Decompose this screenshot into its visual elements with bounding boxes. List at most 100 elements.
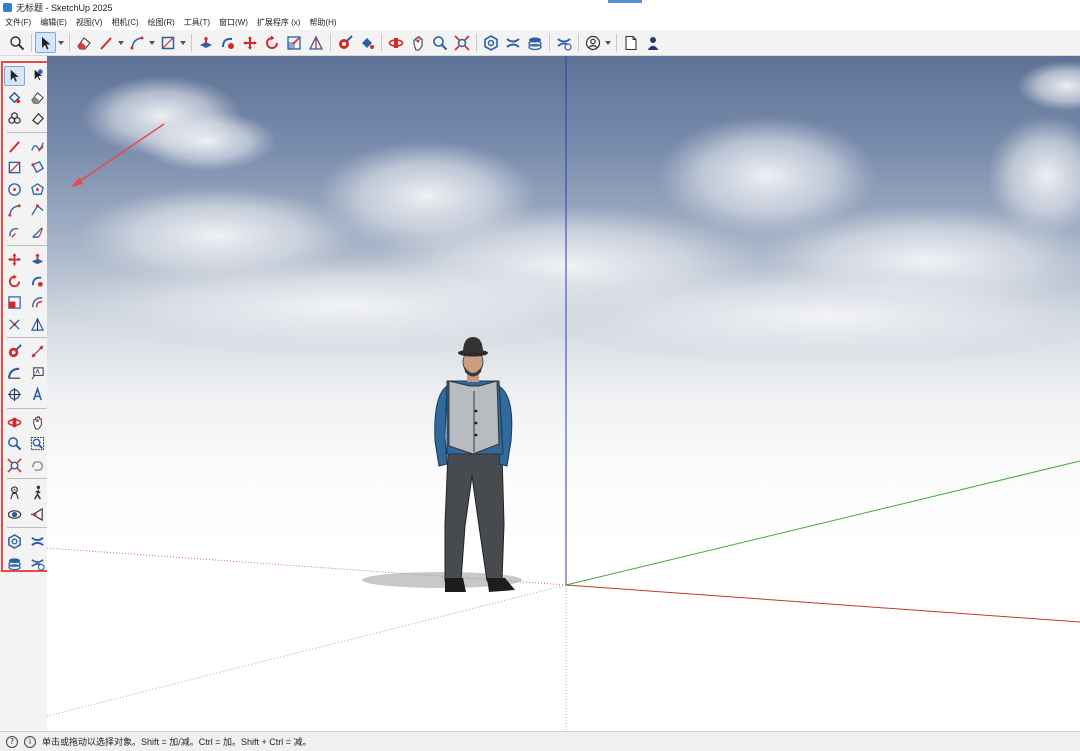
tag-eraser-icon[interactable] <box>27 109 48 129</box>
rotate-icon[interactable] <box>261 32 282 53</box>
user-profile-icon[interactable] <box>642 32 663 53</box>
rectangle-icon[interactable] <box>157 32 178 53</box>
follow-me-icon[interactable] <box>217 32 238 53</box>
extension-warehouse-icon[interactable] <box>27 532 48 552</box>
menu-file[interactable]: 文件(F) <box>5 17 31 28</box>
zoom-extents-icon[interactable] <box>4 455 25 475</box>
extension-manager-icon[interactable] <box>27 553 48 573</box>
layout-stack-icon[interactable] <box>524 32 545 53</box>
window-title: 无标题 - SketchUp 2025 <box>16 3 113 13</box>
3d-warehouse-icon[interactable] <box>4 532 25 552</box>
arc-icon[interactable] <box>4 201 25 221</box>
mirror-icon[interactable] <box>27 314 48 334</box>
freehand-icon[interactable] <box>27 136 48 156</box>
orbit-icon[interactable] <box>385 32 406 53</box>
pan-hand-icon[interactable] <box>407 32 428 53</box>
protractor-icon[interactable] <box>4 363 25 383</box>
menu-tools[interactable]: 工具(T) <box>184 17 210 28</box>
menu-extensions[interactable]: 扩展程序 (x) <box>257 17 301 28</box>
axes-icon[interactable] <box>4 385 25 405</box>
look-around-icon[interactable] <box>4 504 25 524</box>
toolbar-separator <box>330 33 331 52</box>
zoom-icon[interactable] <box>429 32 450 53</box>
offset-icon[interactable] <box>27 293 48 313</box>
menu-edit[interactable]: 编辑(E) <box>40 17 67 28</box>
scale-icon[interactable] <box>4 293 25 313</box>
select-tool-icon[interactable] <box>35 32 56 53</box>
account-dropdown-chevron-icon[interactable] <box>604 32 611 53</box>
new-file-icon[interactable] <box>620 32 641 53</box>
menu-draw[interactable]: 绘图(R) <box>148 17 175 28</box>
move-icon[interactable] <box>239 32 260 53</box>
search-icon[interactable] <box>6 32 27 53</box>
section-plane-icon[interactable] <box>27 504 48 524</box>
toolbar-separator <box>476 33 477 52</box>
green-axis-negative <box>47 584 567 717</box>
3d-text-icon[interactable] <box>27 385 48 405</box>
left-tool-panel <box>0 56 54 731</box>
arc-icon[interactable] <box>126 32 147 53</box>
menu-view[interactable]: 视图(V) <box>76 17 103 28</box>
help-question-icon[interactable]: ? <box>6 735 18 748</box>
main-toolbar <box>0 30 1080 56</box>
line-pencil-icon[interactable] <box>4 136 25 156</box>
circle-icon[interactable] <box>4 179 25 199</box>
account-icon[interactable] <box>582 32 603 53</box>
rotated-rectangle-icon[interactable] <box>27 158 48 178</box>
eraser-icon[interactable] <box>73 32 94 53</box>
eraser-icon[interactable] <box>27 87 48 107</box>
position-camera-icon[interactable] <box>4 483 25 503</box>
three-point-arc-icon[interactable] <box>4 222 25 242</box>
two-point-arc-icon[interactable] <box>27 201 48 221</box>
select-arrow-icon[interactable] <box>4 65 25 86</box>
toolbar-separator <box>191 33 192 52</box>
orbit-icon[interactable] <box>4 412 25 432</box>
push-pull-icon[interactable] <box>27 250 48 270</box>
walk-icon[interactable] <box>27 483 48 503</box>
rotate-icon[interactable] <box>4 271 25 291</box>
info-icon[interactable]: i <box>24 735 36 748</box>
window-accent <box>608 0 642 3</box>
follow-me-icon[interactable] <box>27 271 48 291</box>
paint-bucket-icon[interactable] <box>4 87 25 107</box>
lasso-select-icon[interactable] <box>27 66 48 86</box>
arc-dropdown-chevron-icon[interactable] <box>148 32 155 53</box>
layout-stack-icon[interactable] <box>4 553 25 573</box>
select-dropdown-chevron-icon[interactable] <box>57 32 64 53</box>
modeling-viewport[interactable] <box>47 56 1080 731</box>
menu-window[interactable]: 窗口(W) <box>219 17 248 28</box>
paint-bucket-icon[interactable] <box>356 32 377 53</box>
3d-warehouse-icon[interactable] <box>480 32 501 53</box>
scene-canvas <box>47 56 1080 731</box>
flip-icon[interactable] <box>4 314 25 334</box>
dimension-icon[interactable] <box>27 342 48 362</box>
extension-manager-icon[interactable] <box>553 32 574 53</box>
rectangle-dropdown-chevron-icon[interactable] <box>179 32 186 53</box>
text-label-icon[interactable] <box>27 363 48 383</box>
tape-measure-icon[interactable] <box>4 342 25 362</box>
palette-separator <box>7 337 49 339</box>
move-icon[interactable] <box>4 250 25 270</box>
scale-icon[interactable] <box>283 32 304 53</box>
tape-measure-icon[interactable] <box>334 32 355 53</box>
toolbar-separator <box>549 33 550 52</box>
toolbar-separator <box>69 33 70 52</box>
menu-help[interactable]: 帮助(H) <box>309 17 336 28</box>
pan-hand-icon[interactable] <box>27 412 48 432</box>
pencil-line-icon[interactable] <box>95 32 116 53</box>
make-component-icon[interactable] <box>4 109 25 129</box>
toolbar-separator <box>616 33 617 52</box>
zoom-extents-icon[interactable] <box>451 32 472 53</box>
line-dropdown-chevron-icon[interactable] <box>117 32 124 53</box>
menu-camera[interactable]: 相机(C) <box>112 17 139 28</box>
offset-icon[interactable] <box>305 32 326 53</box>
person-figure <box>362 337 522 592</box>
zoom-icon[interactable] <box>4 434 25 454</box>
pie-icon[interactable] <box>27 222 48 242</box>
zoom-window-icon[interactable] <box>27 434 48 454</box>
extension-warehouse-icon[interactable] <box>502 32 523 53</box>
previous-view-icon[interactable] <box>27 455 48 475</box>
push-pull-icon[interactable] <box>195 32 216 53</box>
rectangle-icon[interactable] <box>4 158 25 178</box>
polygon-icon[interactable] <box>27 179 48 199</box>
